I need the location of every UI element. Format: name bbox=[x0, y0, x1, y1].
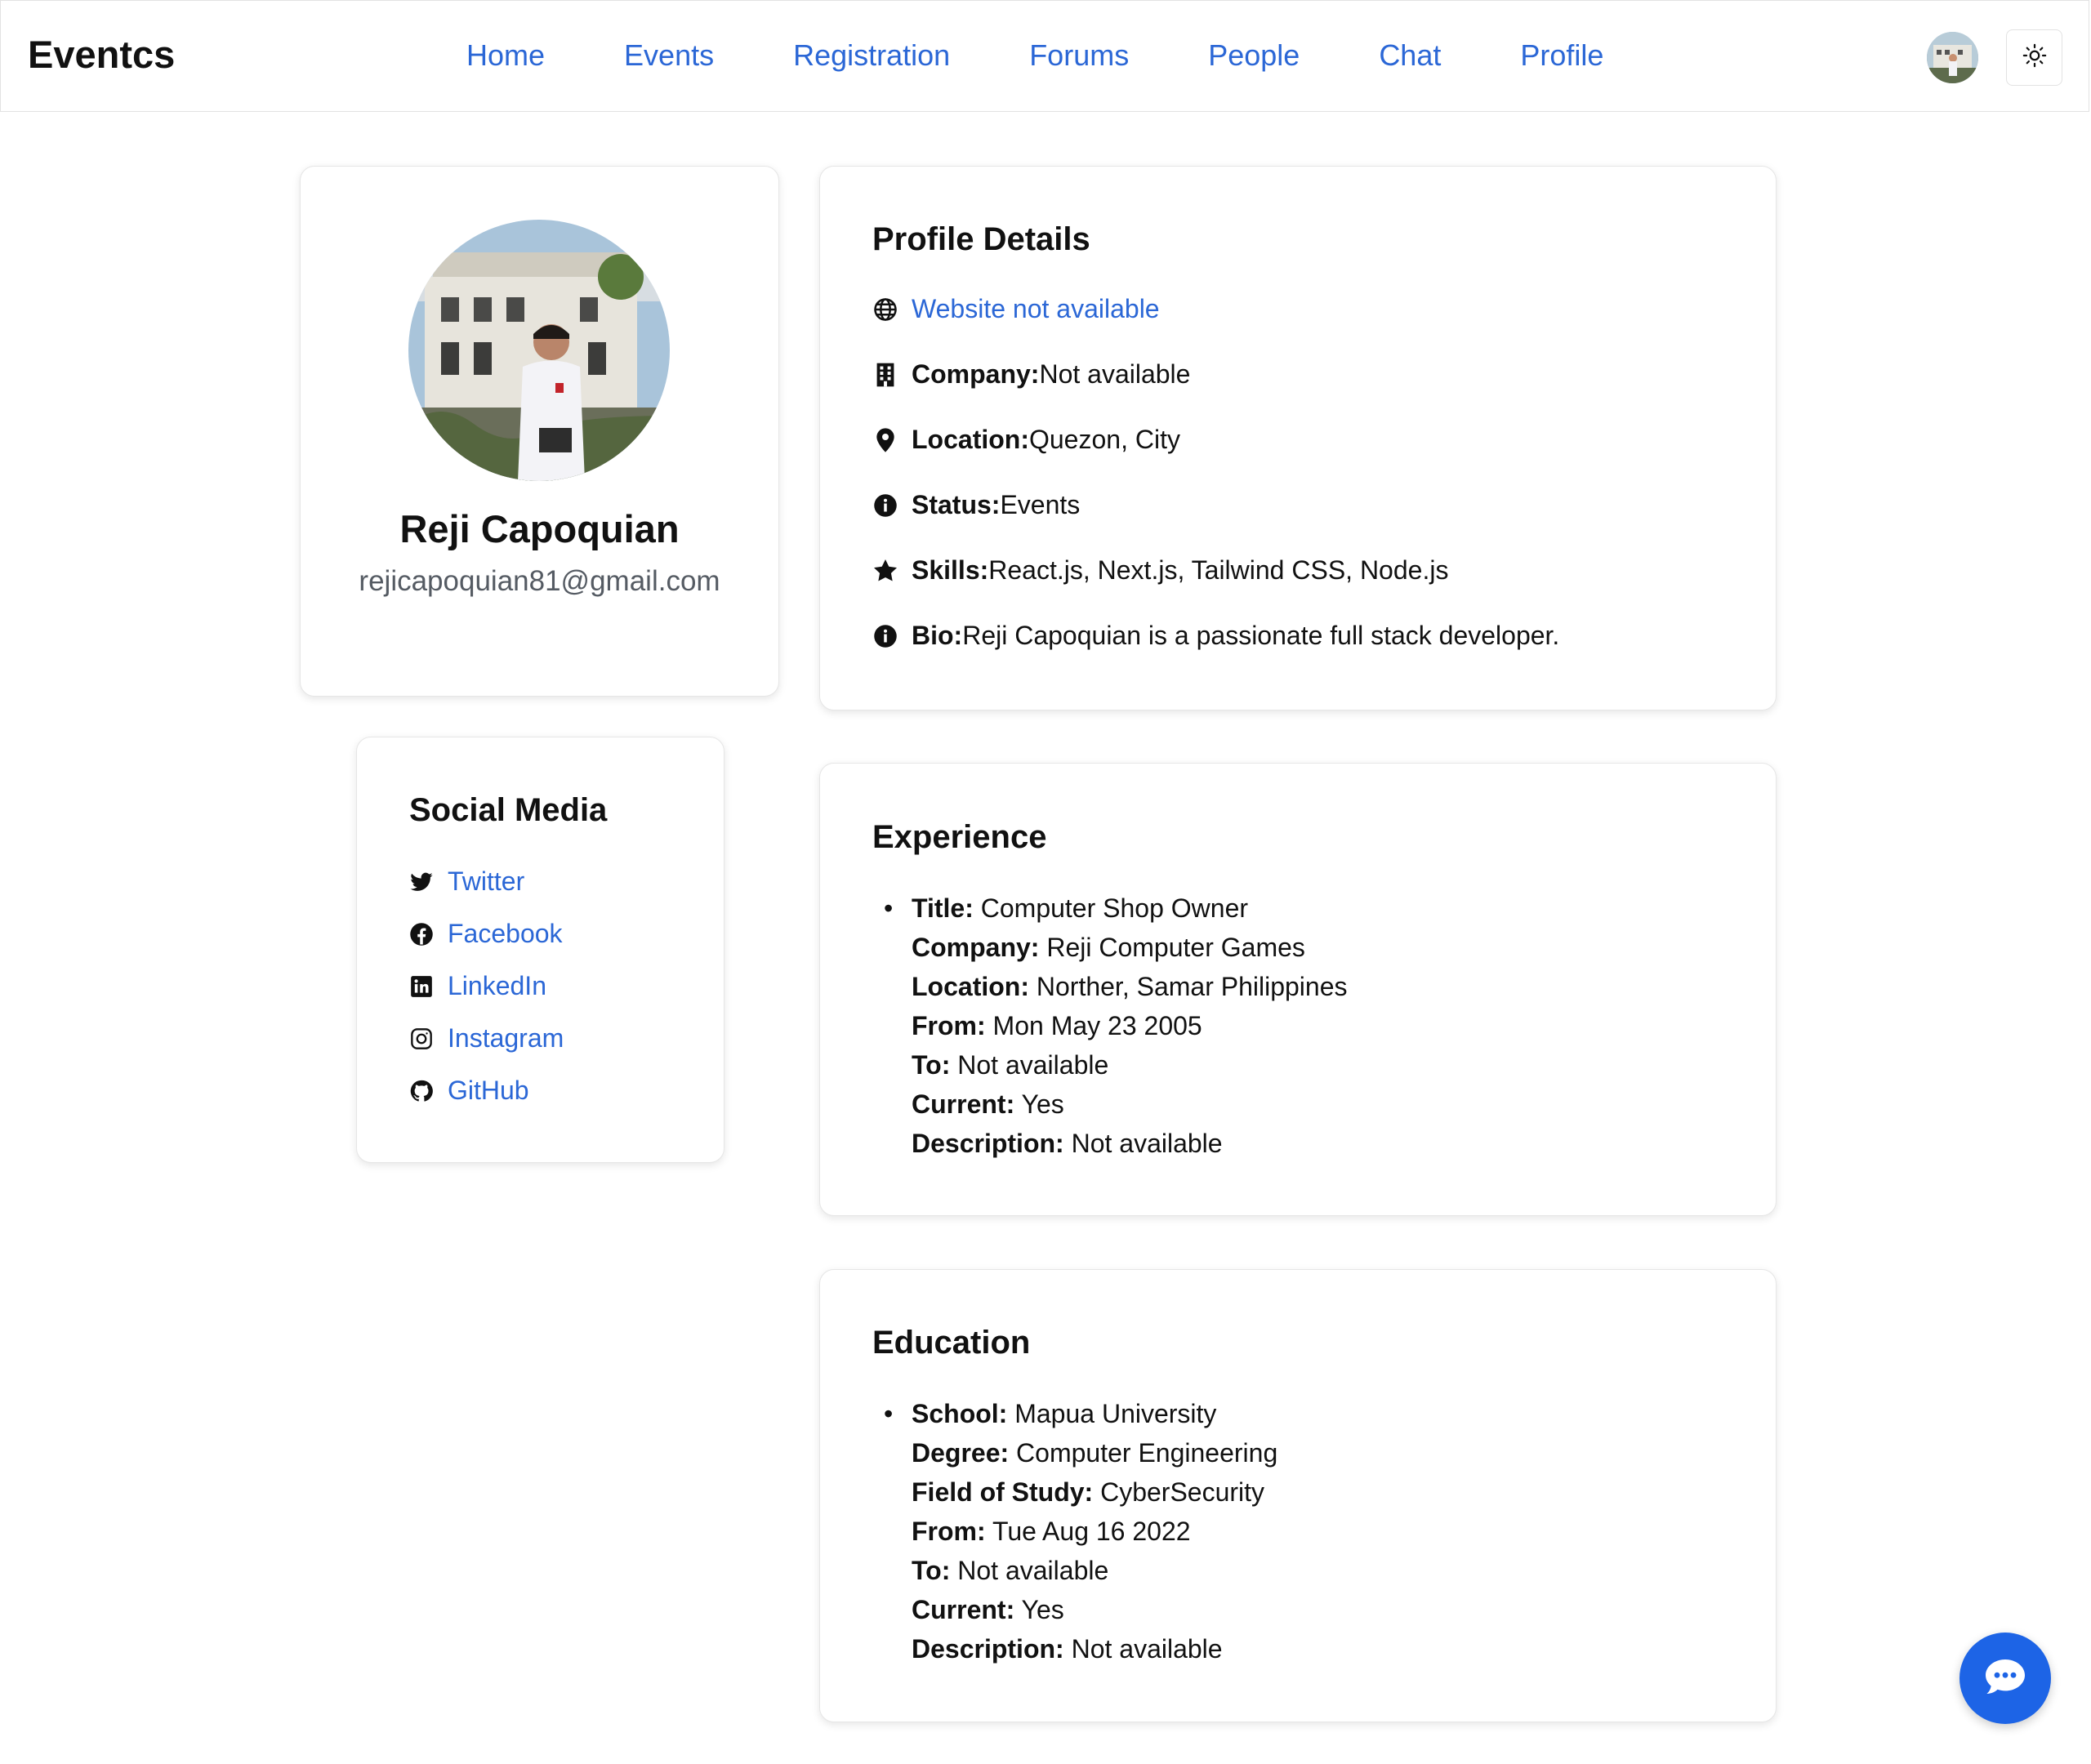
profile-photo bbox=[408, 220, 670, 481]
nav-link-events[interactable]: Events bbox=[624, 38, 714, 73]
facebook-label: Facebook bbox=[448, 919, 563, 948]
github-icon bbox=[408, 1078, 435, 1104]
instagram-label: Instagram bbox=[448, 1023, 564, 1053]
experience-item: Title: Computer Shop Owner bbox=[912, 893, 1249, 923]
globe-icon bbox=[872, 296, 898, 323]
experience-item: Current: Yes bbox=[912, 1089, 1064, 1119]
github-label: GitHub bbox=[448, 1076, 529, 1105]
skills-label: Skills: bbox=[912, 555, 989, 585]
building-icon bbox=[872, 362, 898, 388]
skills-row: Skills: React.js, Next.js, Tailwind CSS, … bbox=[872, 555, 1448, 586]
education-item: School: Mapua University bbox=[912, 1399, 1217, 1428]
experience-item: Location: Norther, Samar Philippines bbox=[912, 972, 1348, 1001]
nav-link-forums[interactable]: Forums bbox=[1029, 38, 1129, 73]
nav-link-chat[interactable]: Chat bbox=[1379, 38, 1441, 73]
experience-list: • Title: Computer Shop Owner Company: Re… bbox=[884, 889, 1348, 1163]
location-value: Quezon, City bbox=[1028, 425, 1180, 454]
top-navbar: Eventcs Home Events Registration Forums … bbox=[0, 0, 2089, 112]
website-link[interactable]: Website not available bbox=[912, 294, 1160, 324]
education-item: From: Tue Aug 16 2022 bbox=[912, 1517, 1191, 1546]
education-item: To: Not available bbox=[912, 1556, 1109, 1585]
experience-item: From: Mon May 23 2005 bbox=[912, 1011, 1202, 1040]
social-media-title: Social Media bbox=[409, 792, 608, 828]
experience-title: Experience bbox=[872, 819, 1047, 855]
location-label: Location: bbox=[912, 425, 1029, 454]
twitter-label: Twitter bbox=[448, 866, 525, 896]
list-bullet: • bbox=[884, 893, 894, 923]
list-bullet: • bbox=[884, 1399, 894, 1428]
profile-details-title: Profile Details bbox=[872, 221, 1090, 257]
linkedin-label: LinkedIn bbox=[448, 971, 546, 1000]
nav-link-people[interactable]: People bbox=[1208, 38, 1300, 73]
linkedin-icon bbox=[408, 973, 435, 1000]
education-item: Description: Not available bbox=[912, 1634, 1223, 1664]
instagram-icon bbox=[408, 1026, 435, 1052]
nav-link-profile[interactable]: Profile bbox=[1520, 38, 1603, 73]
social-link-linkedin[interactable]: LinkedIn bbox=[408, 971, 546, 1001]
bio-value: Reji Capoquian is a passionate full stac… bbox=[962, 621, 1560, 650]
social-link-instagram[interactable]: Instagram bbox=[408, 1023, 564, 1054]
company-row: Company: Not available bbox=[872, 359, 1190, 390]
info-icon bbox=[872, 492, 898, 519]
education-title: Education bbox=[872, 1325, 1031, 1361]
location-row: Location: Quezon, City bbox=[872, 425, 1180, 455]
chat-bubble-icon bbox=[1984, 1658, 2026, 1699]
website-row: Website not available bbox=[872, 294, 1160, 324]
facebook-icon bbox=[408, 921, 435, 947]
education-list: • School: Mapua University Degree: Compu… bbox=[884, 1394, 1278, 1668]
company-value: Not available bbox=[1039, 359, 1191, 389]
nav-links: Home Events Registration Forums People C… bbox=[466, 38, 1683, 73]
education-item: Field of Study: CyberSecurity bbox=[912, 1477, 1265, 1507]
map-pin-icon bbox=[872, 427, 898, 453]
user-avatar[interactable] bbox=[1927, 32, 1978, 83]
education-item: Current: Yes bbox=[912, 1595, 1064, 1624]
bio-row: Bio: Reji Capoquian is a passionate full … bbox=[872, 621, 1559, 651]
experience-item: Company: Reji Computer Games bbox=[912, 933, 1305, 962]
social-link-twitter[interactable]: Twitter bbox=[408, 866, 524, 897]
theme-toggle-button[interactable] bbox=[2006, 29, 2062, 86]
status-row: Status: Events bbox=[872, 490, 1080, 520]
profile-name: Reji Capoquian bbox=[399, 507, 680, 550]
skills-value: React.js, Next.js, Tailwind CSS, Node.js bbox=[988, 555, 1449, 585]
bio-label: Bio: bbox=[912, 621, 963, 650]
company-label: Company: bbox=[912, 359, 1040, 389]
twitter-icon bbox=[408, 869, 435, 895]
social-link-github[interactable]: GitHub bbox=[408, 1076, 529, 1106]
info-icon bbox=[872, 623, 898, 649]
nav-link-registration[interactable]: Registration bbox=[793, 38, 950, 73]
brand-logo[interactable]: Eventcs bbox=[28, 32, 175, 77]
status-value: Events bbox=[1000, 490, 1081, 519]
sun-icon bbox=[2022, 43, 2047, 72]
chat-fab-button[interactable] bbox=[1959, 1633, 2051, 1724]
nav-link-home[interactable]: Home bbox=[466, 38, 545, 73]
status-label: Status: bbox=[912, 490, 1001, 519]
education-item: Degree: Computer Engineering bbox=[912, 1438, 1278, 1468]
experience-item: Description: Not available bbox=[912, 1129, 1223, 1158]
experience-item: To: Not available bbox=[912, 1050, 1109, 1080]
social-link-facebook[interactable]: Facebook bbox=[408, 919, 563, 949]
star-icon bbox=[872, 558, 898, 584]
profile-email: rejicapoquian81@gmail.com bbox=[359, 565, 720, 597]
